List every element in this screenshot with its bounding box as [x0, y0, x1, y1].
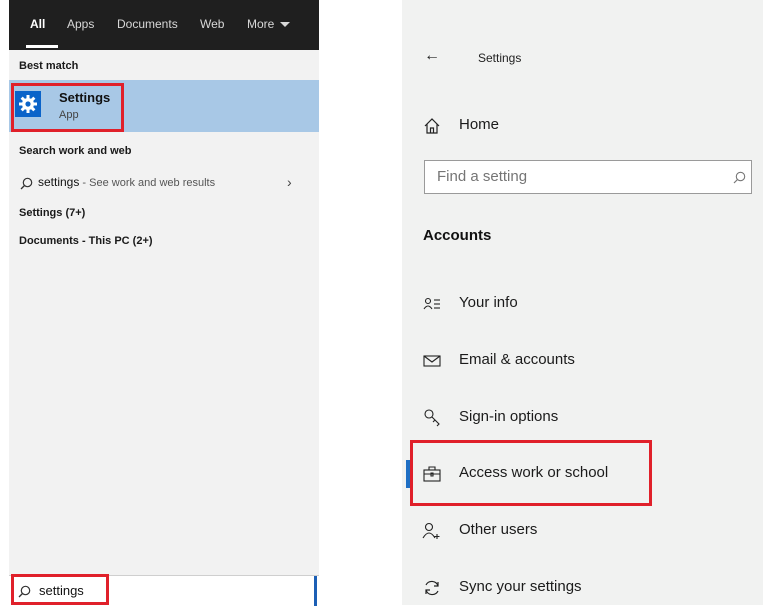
back-arrow-icon[interactable]: ← — [424, 47, 440, 65]
nav-other-users[interactable]: Other users — [402, 512, 763, 550]
chevron-right-icon: › — [287, 174, 292, 190]
search-box-edge — [314, 576, 317, 606]
sync-icon — [425, 580, 439, 596]
search-panel: All Apps Documents Web More Best match S… — [9, 0, 319, 606]
search-icon — [733, 171, 746, 184]
home-icon — [424, 118, 440, 134]
settings-gear-icon — [15, 91, 41, 117]
section-heading: Accounts — [423, 227, 492, 244]
find-setting-input[interactable] — [437, 168, 717, 185]
person-card-icon — [423, 297, 440, 310]
best-match-subtitle: App — [59, 109, 79, 121]
search-tab-bar: All Apps Documents Web More — [9, 0, 319, 50]
best-match-title: Settings — [59, 90, 111, 105]
nav-home[interactable]: Home — [402, 107, 763, 145]
web-result-text: settings - See work and web results — [38, 175, 215, 189]
nav-access-work-or-school-label: Access work or school — [459, 464, 609, 481]
find-setting-box[interactable] — [424, 160, 752, 194]
tab-more-label: More — [247, 17, 275, 31]
briefcase-icon — [423, 466, 441, 482]
nav-email-accounts[interactable]: Email & accounts — [402, 342, 763, 380]
chevron-down-icon — [280, 22, 291, 28]
tab-web[interactable]: Web — [200, 17, 224, 31]
nav-email-accounts-label: Email & accounts — [459, 351, 575, 368]
mail-icon — [423, 355, 441, 367]
taskbar-search-box[interactable] — [9, 575, 319, 606]
settings-group-heading[interactable]: Settings (7+) — [19, 207, 85, 219]
search-input[interactable] — [39, 583, 259, 598]
search-icon — [18, 585, 31, 598]
settings-window: ← Settings Home Accounts Your info Email… — [402, 0, 763, 605]
nav-other-users-label: Other users — [459, 521, 538, 538]
documents-group-heading[interactable]: Documents - This PC (2+) — [19, 235, 153, 247]
nav-your-info-label: Your info — [459, 294, 518, 311]
nav-sign-in-options[interactable]: Sign-in options — [402, 399, 763, 437]
active-tab-indicator — [26, 45, 58, 48]
nav-access-work-or-school[interactable]: Access work or school — [402, 455, 763, 493]
search-web-heading: Search work and web — [19, 145, 132, 157]
settings-title: Settings — [478, 51, 522, 65]
nav-your-info[interactable]: Your info — [402, 285, 763, 323]
nav-sync-settings-label: Sync your settings — [459, 578, 582, 595]
nav-sync-settings[interactable]: Sync your settings — [402, 569, 763, 607]
key-icon — [424, 409, 440, 427]
add-person-icon — [422, 522, 440, 539]
web-result-query: settings — [38, 175, 80, 189]
search-icon — [20, 177, 33, 190]
best-match-heading: Best match — [19, 60, 79, 72]
nav-sign-in-options-label: Sign-in options — [459, 408, 559, 425]
best-match-settings-app[interactable]: Settings App — [9, 80, 319, 132]
web-search-result[interactable]: settings - See work and web results › — [9, 170, 319, 196]
tab-documents[interactable]: Documents — [117, 17, 178, 31]
tab-all[interactable]: All — [30, 17, 45, 31]
nav-home-label: Home — [459, 116, 500, 133]
tab-apps[interactable]: Apps — [67, 17, 94, 31]
web-result-hint: - See work and web results — [79, 177, 216, 189]
tab-more[interactable]: More — [247, 17, 291, 31]
